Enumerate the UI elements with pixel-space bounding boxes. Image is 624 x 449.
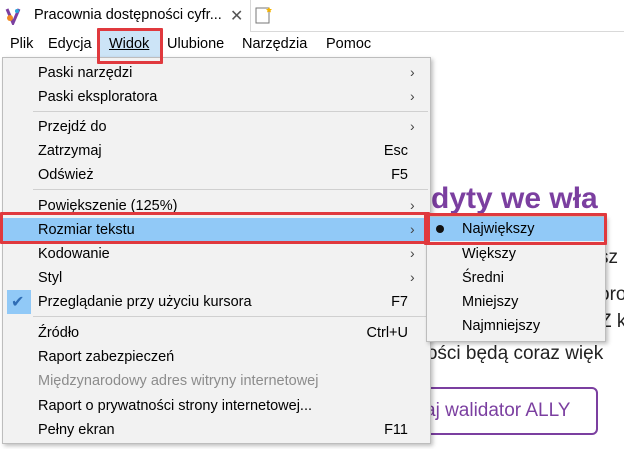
menu-item-label: Przejdź do	[38, 119, 107, 135]
menu-item-label: Styl	[38, 270, 63, 286]
menu-item-full-screen[interactable]: Pełny ekran F11	[3, 418, 430, 442]
menu-bar	[0, 32, 624, 57]
menu-item-label: Międzynarodowy adres witryny internetowe…	[38, 373, 319, 389]
menu-separator	[33, 111, 428, 112]
highlight-box-text-size	[0, 212, 430, 244]
chevron-right-icon: ›	[410, 197, 415, 213]
menu-item-security-report[interactable]: Raport zabezpieczeń	[3, 345, 430, 369]
menu-item-source[interactable]: Źródło Ctrl+U	[3, 321, 430, 345]
menu-item-shortcut: Ctrl+U	[366, 325, 409, 341]
menu-ulubione[interactable]: Ulubione	[167, 36, 224, 52]
page-heading: dyty we wła	[431, 182, 598, 215]
highlight-box-largest	[424, 213, 607, 245]
menu-item-stop[interactable]: Zatrzymaj Esc	[3, 139, 430, 163]
menu-item-label: Przeglądanie przy użyciu kursora	[38, 294, 252, 310]
menu-item-label: Paski eksploratora	[38, 89, 158, 105]
menu-separator	[33, 189, 428, 190]
submenu-item-larger[interactable]: Większy	[427, 242, 605, 266]
page-text-line: tności będą coraz więk	[411, 343, 604, 364]
menu-item-encoding[interactable]: Kodowanie ›	[3, 242, 430, 266]
checkmark-icon: ✔	[11, 294, 25, 311]
view-menu-dropdown: Paski narzędzi › Paski eksploratora › Pr…	[2, 57, 431, 444]
menu-item-go-to[interactable]: Przejdź do ›	[3, 115, 430, 139]
chevron-right-icon: ›	[410, 118, 415, 134]
menu-edycja[interactable]: Edycja	[48, 36, 92, 52]
chevron-right-icon: ›	[410, 88, 415, 104]
submenu-item-label: Najmniejszy	[462, 318, 541, 334]
highlight-box-widok	[97, 28, 163, 64]
menu-plik[interactable]: Plik	[10, 36, 33, 52]
app-logo-icon	[5, 8, 21, 25]
menu-separator	[33, 316, 428, 317]
submenu-item-medium[interactable]: Średni	[427, 266, 605, 290]
close-icon[interactable]: ✕	[230, 6, 243, 26]
menu-narzedzia[interactable]: Narzędzia	[242, 36, 307, 52]
menu-item-label: Pełny ekran	[38, 422, 115, 438]
submenu-item-label: Mniejszy	[462, 294, 519, 310]
menu-item-label: Paski narzędzi	[38, 65, 133, 81]
menu-item-shortcut: Esc	[383, 143, 408, 159]
menu-item-caret-browsing[interactable]: ✔ Przeglądanie przy użyciu kursora F7	[3, 290, 430, 314]
tab-strip: Pracownia dostępności cyfr... ✕	[0, 0, 624, 32]
menu-item-label: Odśwież	[38, 167, 94, 183]
menu-item-shortcut: F5	[391, 167, 408, 183]
menu-pomoc[interactable]: Pomoc	[326, 36, 371, 52]
new-tab-icon[interactable]	[253, 5, 273, 25]
chevron-right-icon: ›	[410, 245, 415, 261]
submenu-item-label: Średni	[462, 270, 504, 286]
submenu-item-smaller[interactable]: Mniejszy	[427, 290, 605, 314]
menu-item-toolbars[interactable]: Paski narzędzi ›	[3, 61, 430, 85]
menu-item-label: Źródło	[38, 325, 80, 341]
menu-item-international-address: Międzynarodowy adres witryny internetowe…	[3, 369, 430, 393]
menu-item-style[interactable]: Styl ›	[3, 266, 430, 290]
menu-item-shortcut: F11	[384, 422, 408, 438]
submenu-item-label: Większy	[462, 246, 516, 262]
chevron-right-icon: ›	[410, 269, 415, 285]
chevron-right-icon: ›	[410, 64, 415, 80]
submenu-item-smallest[interactable]: Najmniejszy	[427, 314, 605, 338]
tab-title: Pracownia dostępności cyfr...	[34, 7, 222, 23]
validator-button-label: aj walidator ALLY	[425, 400, 571, 421]
menu-item-label: Raport zabezpieczeń	[38, 349, 175, 365]
menu-item-shortcut: F7	[391, 294, 408, 310]
menu-item-label: Raport o prywatności strony internetowej…	[38, 398, 313, 414]
menu-item-privacy-report[interactable]: Raport o prywatności strony internetowej…	[3, 394, 430, 418]
menu-item-refresh[interactable]: Odśwież F5	[3, 163, 430, 187]
menu-item-label: Zatrzymaj	[38, 143, 102, 159]
menu-item-explorer-bars[interactable]: Paski eksploratora ›	[3, 85, 430, 109]
menu-item-label: Kodowanie	[38, 246, 110, 262]
